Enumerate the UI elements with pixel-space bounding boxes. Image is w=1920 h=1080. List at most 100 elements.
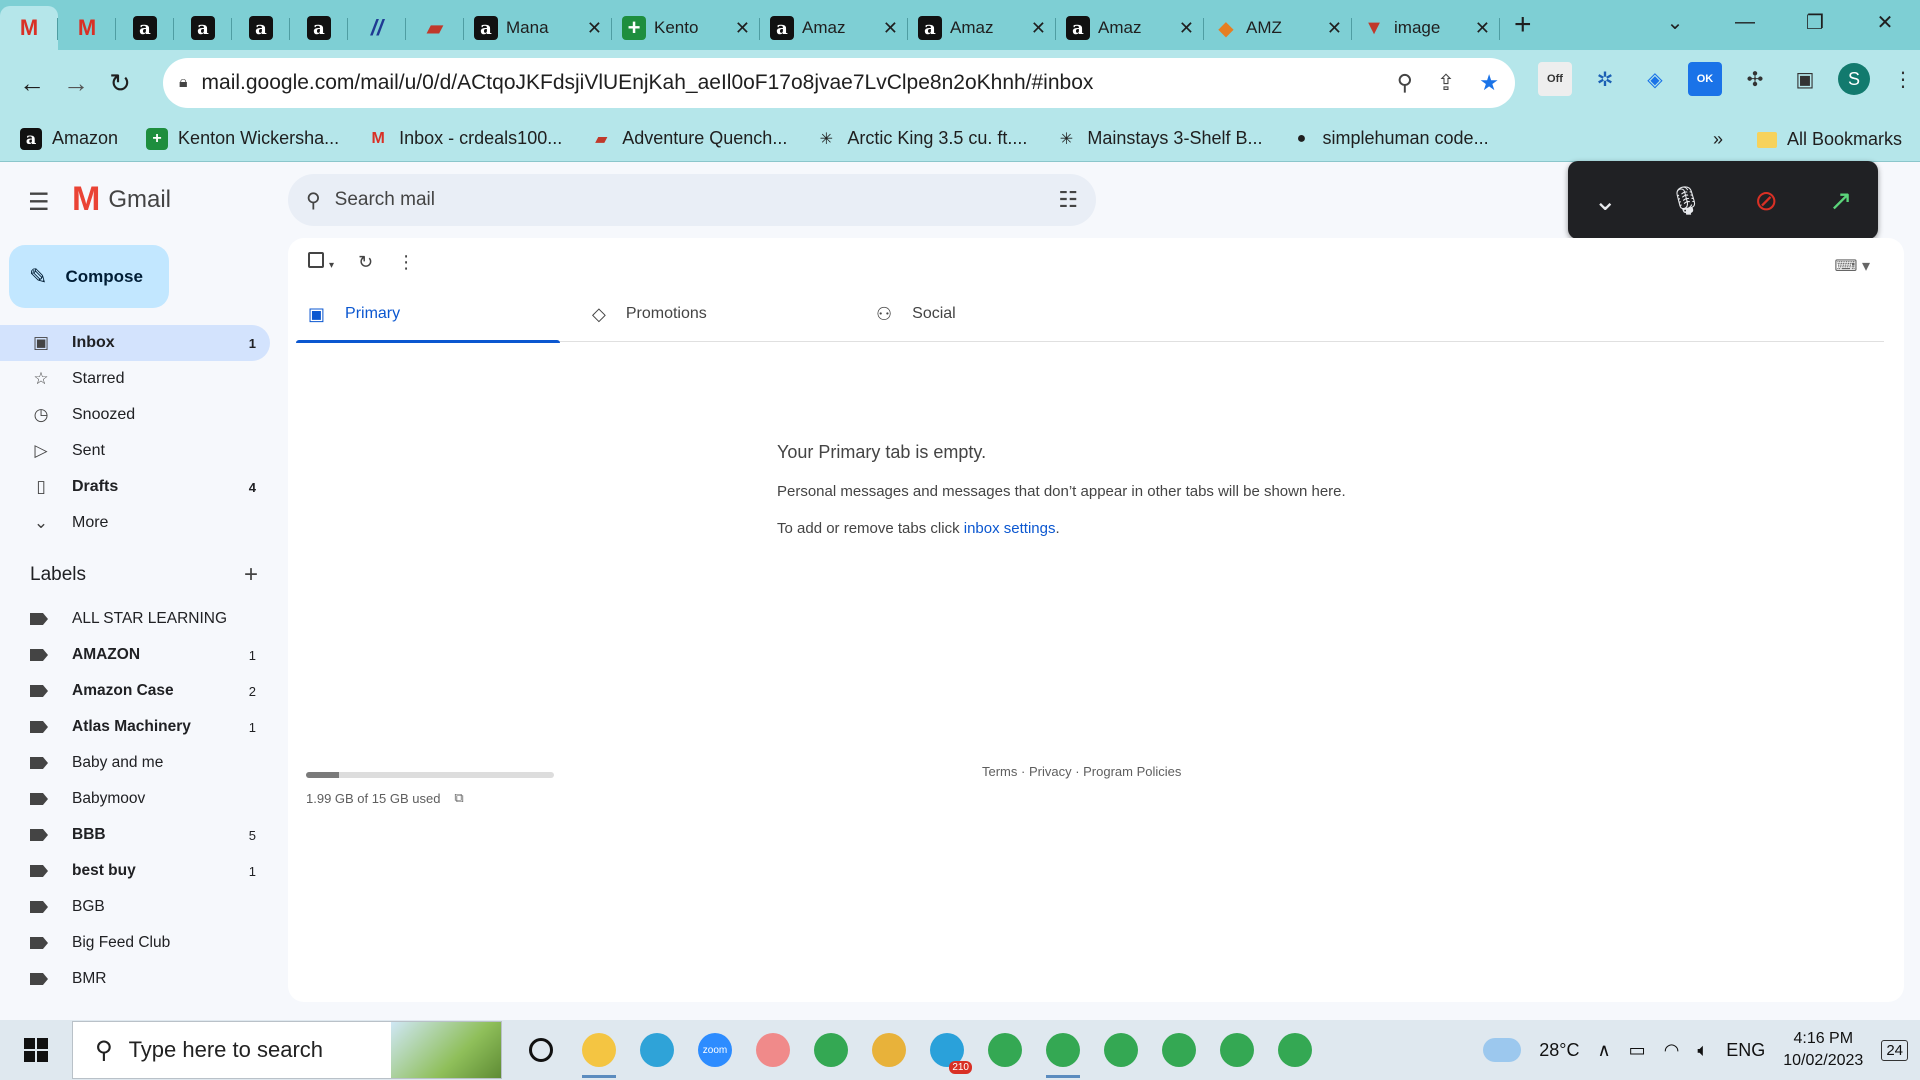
bookmark-item[interactable]: ✳ Mainstays 3-Shelf B... — [1055, 128, 1263, 150]
tab-social[interactable]: ⚇ Social — [864, 286, 1148, 342]
more-options-icon[interactable]: ⋮ — [397, 252, 415, 273]
browser-tab[interactable]: a — [174, 6, 232, 50]
close-tab-icon[interactable]: ✕ — [883, 18, 898, 39]
close-tab-icon[interactable]: ✕ — [1031, 18, 1046, 39]
close-tab-icon[interactable]: ✕ — [1475, 18, 1490, 39]
volume-icon[interactable]: 🔈︎ — [1697, 1040, 1708, 1061]
restore-button[interactable]: ❐ — [1780, 10, 1850, 35]
search-options-icon[interactable]: ☷ — [1058, 187, 1078, 213]
bookmarks-overflow-button[interactable]: » — [1713, 129, 1723, 150]
weather-icon[interactable] — [1483, 1038, 1522, 1062]
minimize-button[interactable]: — — [1710, 11, 1780, 34]
input-tools-icon[interactable]: ⌨ ▾ — [1834, 256, 1870, 276]
browser-tab[interactable]: ▼ image ✕ — [1352, 6, 1500, 50]
browser-tab[interactable]: + Kento ✕ — [612, 6, 760, 50]
start-button[interactable] — [0, 1020, 72, 1080]
show-hidden-icons[interactable]: ∧ — [1597, 1040, 1610, 1061]
wifi-icon[interactable]: ◠ — [1664, 1040, 1680, 1061]
sidebar-item-more[interactable]: ⌄ More — [0, 505, 270, 541]
browser-tab[interactable]: M — [58, 6, 116, 50]
language-indicator[interactable]: ENG — [1726, 1040, 1765, 1061]
close-tab-icon[interactable]: ✕ — [1179, 18, 1194, 39]
program-policies-link[interactable]: Program Policies — [1083, 764, 1181, 779]
main-menu-icon[interactable]: ☰ — [28, 188, 50, 217]
taskbar-app-slack[interactable] — [860, 1020, 918, 1080]
all-bookmarks-button[interactable]: All Bookmarks — [1756, 129, 1902, 150]
label-item[interactable]: Atlas Machinery 1 — [0, 709, 270, 745]
label-item[interactable]: best buy 1 — [0, 853, 270, 889]
sidebar-item-starred[interactable]: ☆ Starred — [0, 361, 270, 397]
reload-button[interactable]: ↻ — [98, 61, 142, 105]
sidebar-item-inbox[interactable]: ▣ Inbox 1 — [0, 325, 270, 361]
sidebar-item-sent[interactable]: ▷ Sent — [0, 433, 270, 469]
browser-tab[interactable]: ▰ — [406, 6, 464, 50]
tab-promotions[interactable]: ◇ Promotions — [580, 286, 864, 342]
add-label-icon[interactable]: + — [244, 561, 258, 589]
label-item[interactable]: Big Feed Club — [0, 925, 270, 961]
microphone-icon[interactable]: 🎙︎ — [1668, 184, 1704, 217]
label-item[interactable]: AMAZON 1 — [0, 637, 270, 673]
refresh-icon[interactable]: ↻ — [358, 252, 373, 273]
gmail-logo[interactable]: M Gmail — [72, 180, 171, 219]
notifications-icon[interactable]: 24 — [1881, 1039, 1908, 1061]
browser-tab[interactable]: a Amaz ✕ — [908, 6, 1056, 50]
browser-tab[interactable]: M — [0, 6, 58, 50]
forward-button[interactable]: → — [54, 61, 98, 105]
site-info-icon[interactable]: 🔒︎ — [179, 74, 188, 92]
taskbar-app-chrome-1[interactable] — [802, 1020, 860, 1080]
browser-tab[interactable]: a — [232, 6, 290, 50]
browser-tab[interactable]: // — [348, 6, 406, 50]
privacy-link[interactable]: Privacy — [1029, 764, 1072, 779]
browser-menu-icon[interactable]: ⋮ — [1886, 62, 1920, 96]
taskbar-app-telegram[interactable]: 210 — [918, 1020, 976, 1080]
return-to-call-icon[interactable]: ↗ — [1829, 184, 1852, 217]
battery-icon[interactable]: ▭ — [1629, 1040, 1646, 1061]
close-window-button[interactable]: ✕ — [1850, 10, 1920, 35]
bookmark-item[interactable]: + Kenton Wickersha... — [146, 127, 339, 150]
temperature[interactable]: 28°C — [1539, 1040, 1579, 1061]
inbox-settings-link[interactable]: inbox settings — [964, 520, 1056, 537]
tab-search-icon[interactable]: ⌄ — [1640, 10, 1710, 35]
browser-tab[interactable]: a — [116, 6, 174, 50]
search-input[interactable] — [334, 189, 1059, 211]
sidebar-item-snoozed[interactable]: ◷ Snoozed — [0, 397, 270, 433]
bookmark-item[interactable]: M Inbox - crdeals100... — [367, 128, 562, 150]
browser-tab[interactable]: a Amaz ✕ — [1056, 6, 1204, 50]
close-tab-icon[interactable]: ✕ — [735, 18, 750, 39]
label-item[interactable]: Babymoov — [0, 781, 270, 817]
profile-avatar[interactable]: S — [1838, 63, 1870, 95]
select-all-checkbox[interactable]: ▾ — [308, 252, 334, 273]
bookmark-item[interactable]: a Amazon — [20, 127, 118, 150]
extension-off-icon[interactable]: Off — [1538, 62, 1572, 96]
label-item[interactable]: Amazon Case 2 — [0, 673, 270, 709]
browser-tab[interactable]: ◆ AMZ ✕ — [1204, 6, 1352, 50]
taskbar-app-edge[interactable] — [628, 1020, 686, 1080]
taskbar-app-file-explorer[interactable] — [570, 1020, 628, 1080]
taskbar-app-snip[interactable] — [744, 1020, 802, 1080]
new-tab-button[interactable]: + — [1514, 8, 1532, 42]
browser-tab[interactable]: a — [290, 6, 348, 50]
sidebar-item-drafts[interactable]: ▯ Drafts 4 — [0, 469, 270, 505]
taskbar-app-cortana[interactable] — [512, 1020, 570, 1080]
label-item[interactable]: ALL STAR LEARNING — [0, 601, 270, 637]
close-tab-icon[interactable]: ✕ — [1327, 18, 1342, 39]
taskbar-app-chrome-3[interactable] — [1034, 1020, 1092, 1080]
label-item[interactable]: BMR — [0, 961, 270, 997]
url-text[interactable]: mail.google.com/mail/u/0/d/ACtqoJKFdsjiV… — [202, 71, 1397, 95]
share-icon[interactable]: ⇪ — [1437, 70, 1455, 96]
taskbar-app-chrome-5[interactable] — [1150, 1020, 1208, 1080]
bookmark-item[interactable]: ✳ Arctic King 3.5 cu. ft.... — [815, 128, 1028, 150]
camera-off-icon[interactable]: ⊘ — [1755, 184, 1778, 217]
compose-button[interactable]: ✎ Compose — [9, 245, 169, 308]
taskbar-app-zoom[interactable]: zoom — [686, 1020, 744, 1080]
taskbar-app-chrome-6[interactable] — [1208, 1020, 1266, 1080]
taskbar-app-chrome-4[interactable] — [1092, 1020, 1150, 1080]
bookmark-star-icon[interactable]: ★ — [1479, 70, 1499, 96]
tab-primary[interactable]: ▣ Primary — [296, 286, 580, 343]
back-button[interactable]: ← — [10, 61, 54, 105]
browser-tab[interactable]: a Mana ✕ — [464, 6, 612, 50]
search-icon[interactable]: ⚲ — [306, 188, 321, 213]
taskbar-app-chrome-2[interactable] — [976, 1020, 1034, 1080]
bookmark-item[interactable]: ▰ Adventure Quench... — [590, 128, 787, 150]
terms-link[interactable]: Terms — [982, 764, 1017, 779]
